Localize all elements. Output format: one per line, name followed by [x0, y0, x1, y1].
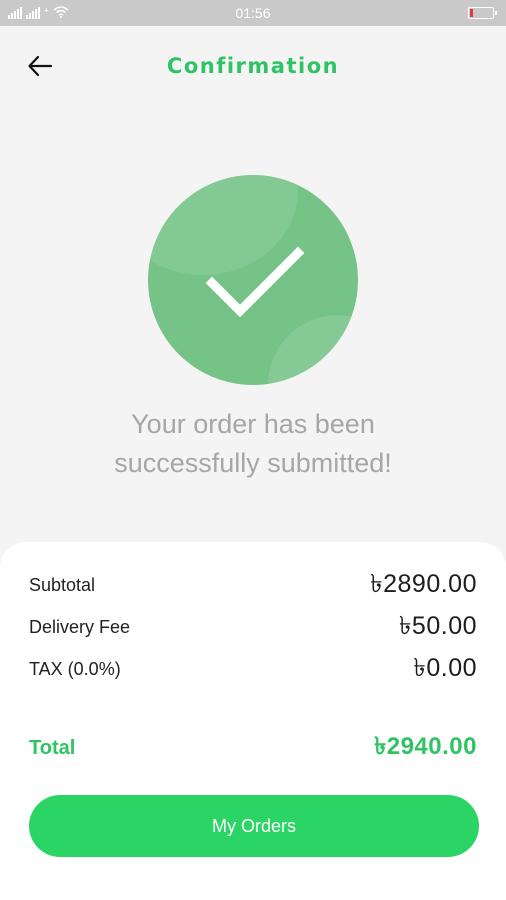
- success-message: Your order has been successfully submitt…: [60, 405, 446, 483]
- battery-level: [470, 9, 473, 17]
- my-orders-button[interactable]: My Orders: [29, 795, 479, 857]
- total-label: Total: [29, 736, 76, 759]
- wifi-icon: [53, 5, 69, 21]
- app-header: Confirmation: [0, 26, 506, 106]
- carrier-icon: ᐩ: [44, 6, 49, 20]
- total-value: ৳2940.00: [374, 733, 477, 760]
- delivery-fee-value: ৳50.00: [398, 612, 477, 640]
- delivery-fee-row: Delivery Fee ৳50.00: [29, 606, 477, 649]
- tax-value: ৳0.00: [413, 654, 477, 682]
- back-button[interactable]: [24, 50, 56, 82]
- signal-icon: [26, 7, 40, 19]
- arrow-left-icon: [28, 55, 53, 77]
- battery-icon: [468, 7, 497, 19]
- page-title: Confirmation: [166, 54, 340, 78]
- success-message-line2: successfully submitted!: [114, 448, 392, 478]
- tax-row: TAX (0.0%) ৳0.00: [29, 648, 477, 691]
- order-summary-card: Subtotal ৳2890.00 Delivery Fee ৳50.00 TA…: [0, 542, 506, 900]
- total-row: Total ৳2940.00: [29, 728, 477, 768]
- checkmark-icon: [205, 246, 305, 318]
- signal-icon: [8, 7, 22, 19]
- status-bar: ᐩ: [0, 0, 506, 26]
- subtotal-value: ৳2890.00: [370, 570, 477, 598]
- subtotal-row: Subtotal ৳2890.00: [29, 564, 477, 607]
- check-circle-icon: [148, 175, 358, 385]
- delivery-fee-label: Delivery Fee: [29, 617, 131, 637]
- status-icons-left: ᐩ: [8, 5, 69, 21]
- success-message-line1: Your order has been: [131, 409, 375, 439]
- tax-label: TAX (0.0%): [29, 659, 121, 679]
- subtotal-label: Subtotal: [29, 575, 96, 595]
